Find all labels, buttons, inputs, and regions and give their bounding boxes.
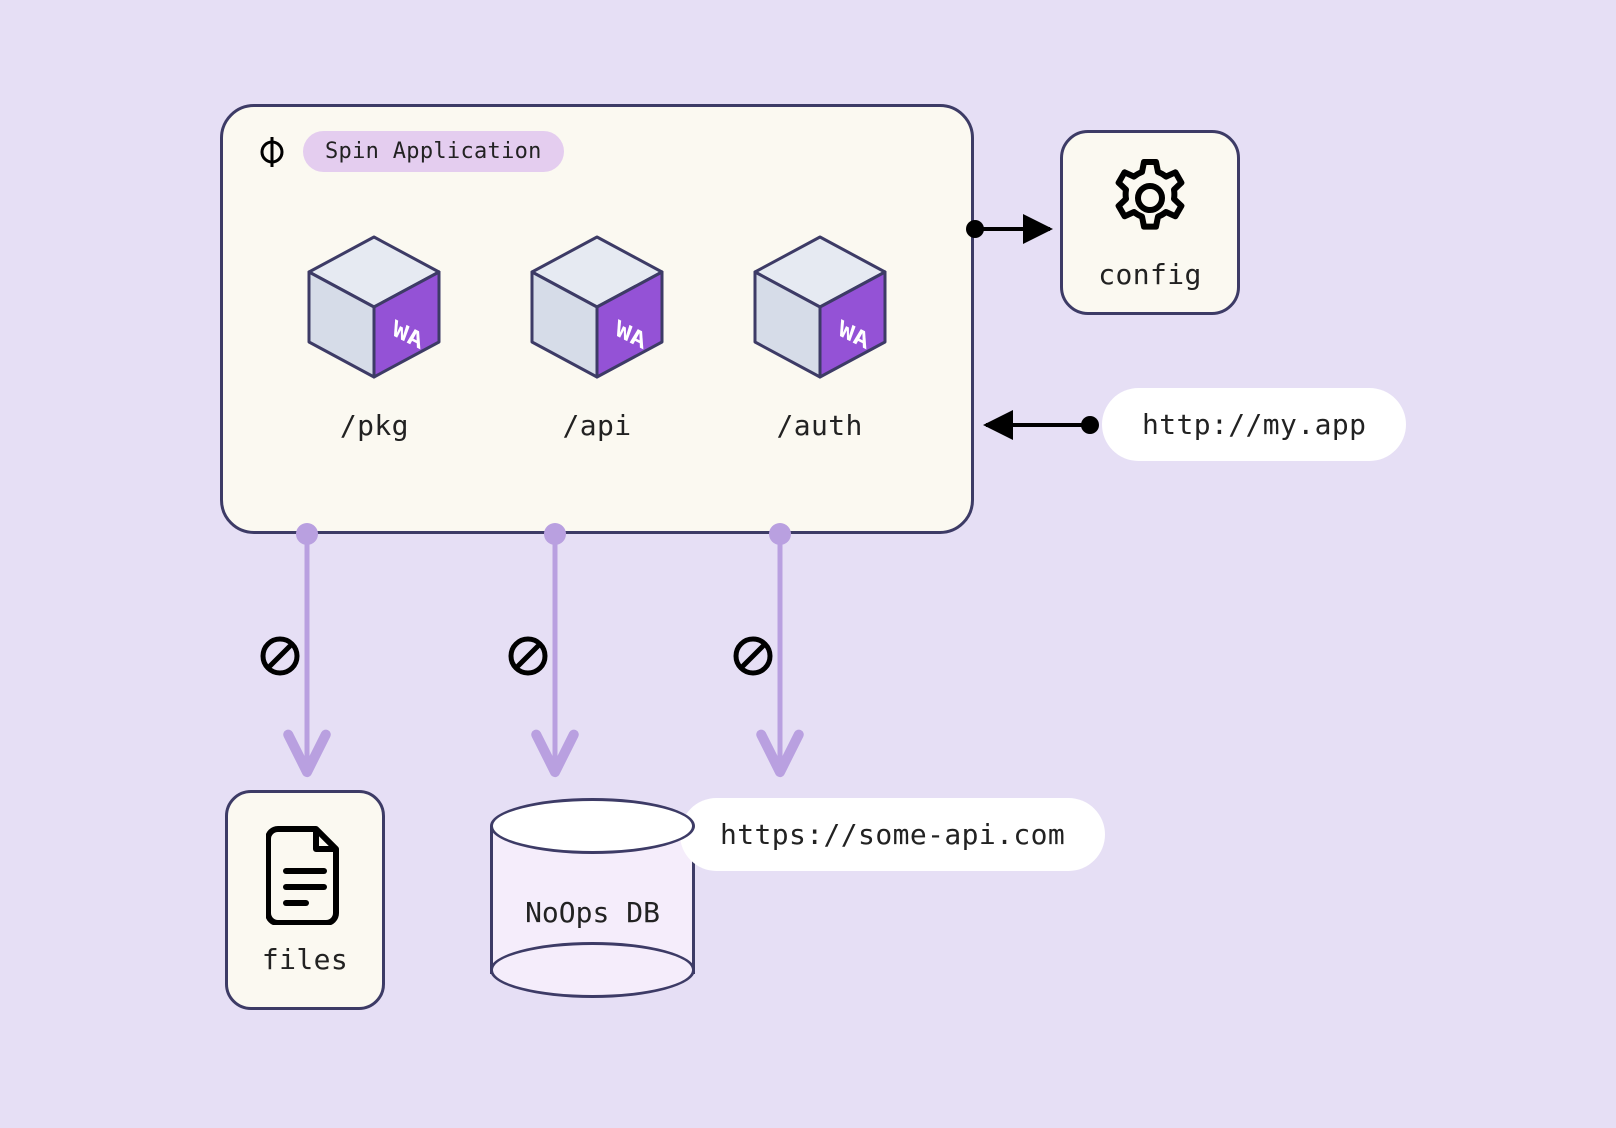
wasm-cube-icon: WA — [294, 227, 454, 387]
component-auth: WA /auth — [720, 227, 920, 442]
spin-app-title: Spin Application — [303, 131, 564, 172]
arrow-pkg-to-files — [296, 523, 318, 770]
diagram-canvas: Spin Application WA /pkg WA — [0, 0, 1616, 1128]
config-box: config — [1060, 130, 1240, 315]
component-pkg: WA /pkg — [274, 227, 474, 442]
blocked-icon — [508, 636, 548, 676]
component-api: WA /api — [497, 227, 697, 442]
incoming-url-pill: http://my.app — [1102, 388, 1406, 461]
config-label: config — [1098, 258, 1202, 291]
database-label: NoOps DB — [490, 896, 695, 929]
arrow-auth-to-api — [769, 523, 791, 770]
arrow-api-to-db — [544, 523, 566, 770]
database-cylinder: NoOps DB — [490, 798, 695, 998]
blocked-icon — [733, 636, 773, 676]
component-path-label: /auth — [776, 409, 862, 442]
component-row: WA /pkg WA /api WA — [223, 227, 971, 442]
component-path-label: /pkg — [340, 409, 409, 442]
gear-icon — [1106, 154, 1194, 242]
wasm-cube-icon: WA — [517, 227, 677, 387]
files-label: files — [262, 943, 348, 976]
blocked-icon — [260, 636, 300, 676]
arrow-app-to-config — [966, 220, 1050, 238]
component-path-label: /api — [562, 409, 631, 442]
file-icon — [266, 825, 344, 925]
phi-icon — [255, 135, 289, 169]
arrow-url-to-app — [986, 416, 1099, 434]
files-box: files — [225, 790, 385, 1010]
wasm-cube-icon: WA — [740, 227, 900, 387]
blocked-api-url-pill: https://some-api.com — [680, 798, 1105, 871]
spin-application-box: Spin Application WA /pkg WA — [220, 104, 974, 534]
spin-app-badge: Spin Application — [255, 131, 564, 172]
